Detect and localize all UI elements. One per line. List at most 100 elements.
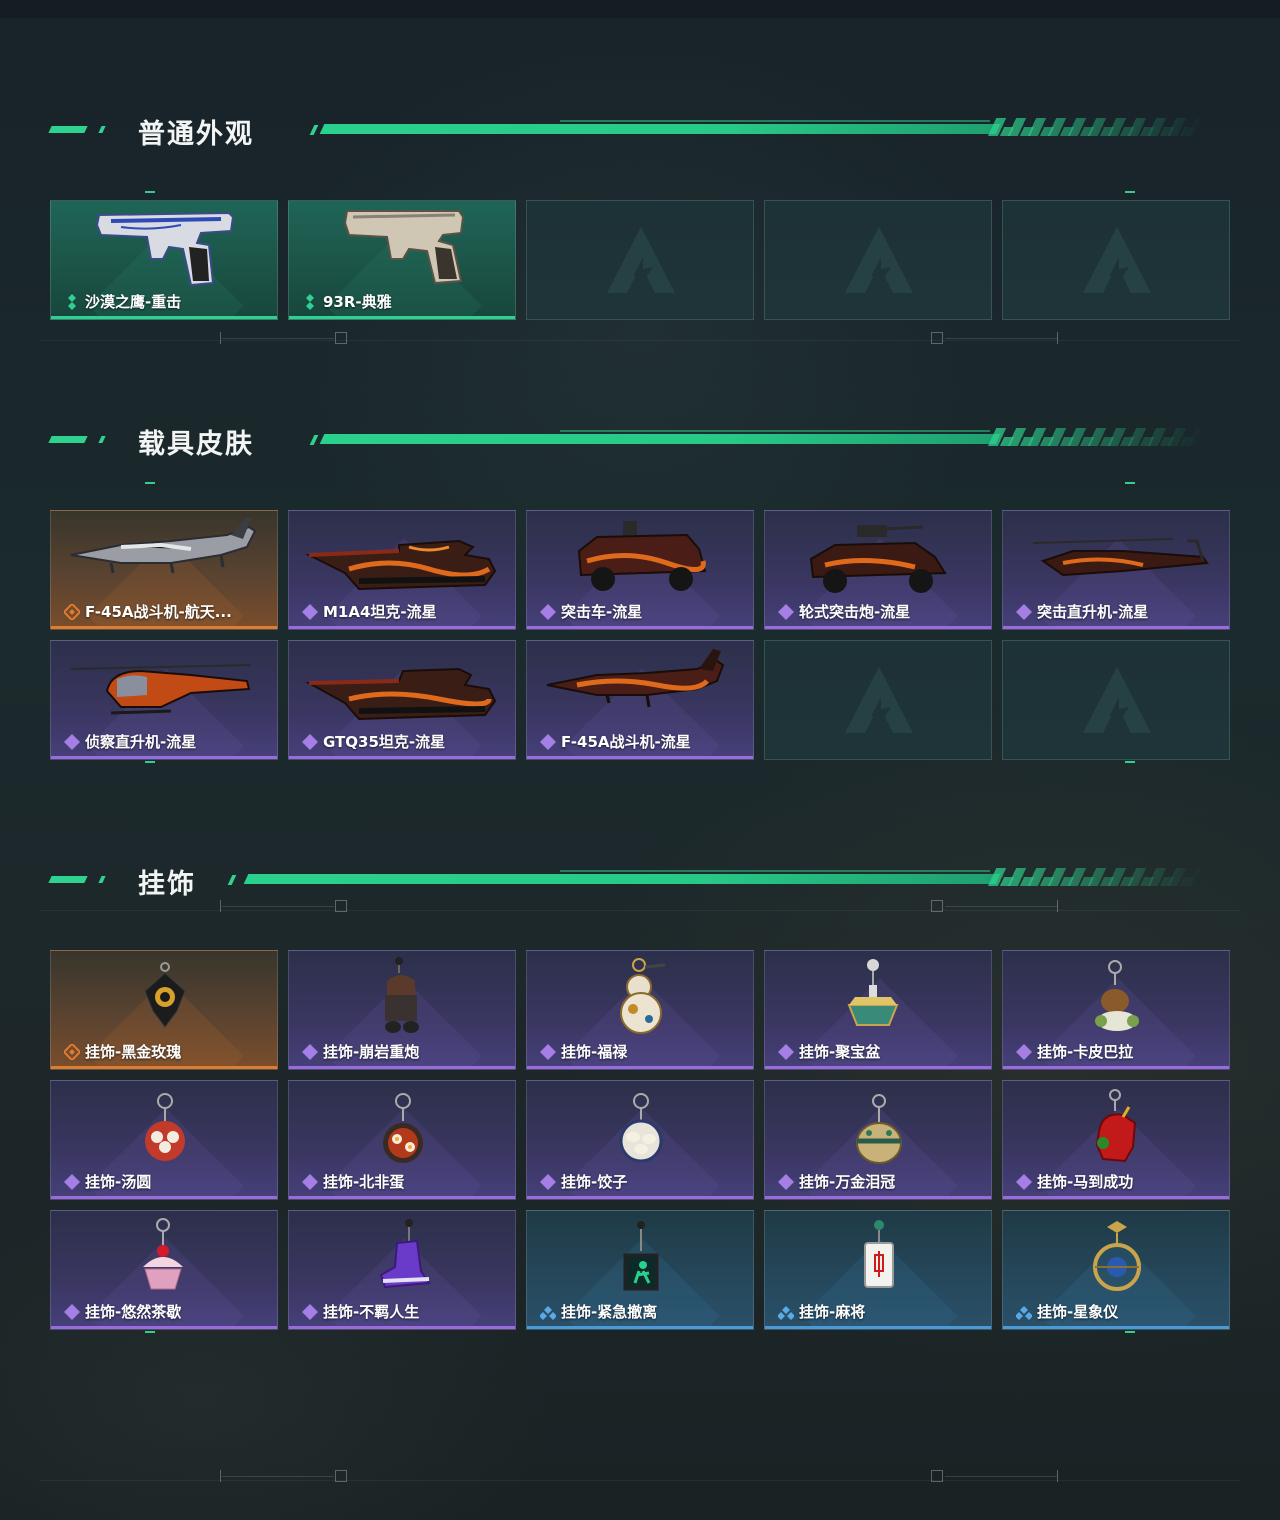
header-rule — [319, 124, 1001, 134]
item-label: 挂饰-汤圆 — [85, 1173, 152, 1191]
item-card[interactable]: 挂饰-崩岩重炮 — [288, 950, 516, 1070]
rarity-purple-icon — [64, 1174, 80, 1190]
item-card[interactable]: M1A4坦克-流星 — [288, 510, 516, 630]
deco-tick — [1057, 332, 1058, 344]
item-card[interactable]: 挂饰-麻将 — [764, 1210, 992, 1330]
deco-tick — [220, 1470, 221, 1482]
item-card[interactable]: 挂饰-悠然茶歇 — [50, 1210, 278, 1330]
sneaker-charm-icon — [379, 1219, 431, 1289]
item-label: 挂饰-星象仪 — [1037, 1303, 1119, 1321]
fighter-jet-icon — [546, 649, 725, 708]
crown-charm-icon — [856, 1094, 902, 1164]
header-slash — [309, 125, 319, 135]
gourd-charm-icon — [620, 958, 666, 1034]
rarity-purple-icon — [778, 1174, 794, 1190]
item-card[interactable]: 挂饰-聚宝盆 — [764, 950, 992, 1070]
rarity-line — [527, 756, 753, 759]
header-slash — [227, 875, 237, 885]
section-header-vehicle-skins: 载具皮肤 — [0, 420, 1280, 460]
rarity-purple-icon — [1016, 1044, 1032, 1060]
assault-vehicle-icon — [577, 521, 707, 591]
section-header-charms: 挂饰 — [0, 860, 1280, 900]
rarity-line — [289, 1196, 515, 1199]
item-card[interactable]: 沙漠之鹰-重击 — [50, 200, 278, 320]
rarity-purple-icon — [540, 1044, 556, 1060]
treasure-bowl-charm-icon — [847, 959, 899, 1026]
rarity-line — [1003, 1066, 1229, 1069]
item-card[interactable]: 突击直升机-流星 — [1002, 510, 1230, 630]
item-card[interactable]: 挂饰-黑金玫瑰 — [50, 950, 278, 1070]
deco-square — [335, 1470, 347, 1482]
header-accent-bar-small — [98, 126, 106, 133]
rarity-line — [765, 1066, 991, 1069]
deco-rule — [222, 338, 334, 339]
rarity-line — [51, 1066, 277, 1069]
deco-square — [335, 900, 347, 912]
item-label: 挂饰-悠然茶歇 — [85, 1303, 182, 1321]
header-checker-pattern — [989, 877, 1205, 886]
header-accent-bar-small — [98, 436, 106, 443]
rarity-purple-icon — [1016, 604, 1032, 620]
section-header-normal-skins: 普通外观 — [0, 110, 1280, 150]
rarity-purple-icon — [302, 1044, 318, 1060]
item-card[interactable]: 挂饰-紧急撤离 — [526, 1210, 754, 1330]
item-card[interactable]: 挂饰-北非蛋 — [288, 1080, 516, 1200]
item-label: 挂饰-麻将 — [799, 1303, 866, 1321]
item-card[interactable]: F-45A战斗机-流星 — [526, 640, 754, 760]
item-label: 沙漠之鹰-重击 — [85, 293, 182, 311]
capybara-charm-icon — [1095, 960, 1139, 1031]
header-rule-thin — [560, 120, 990, 122]
item-card[interactable]: 侦察直升机-流星 — [50, 640, 278, 760]
item-card[interactable]: 挂饰-福禄 — [526, 950, 754, 1070]
scout-helicopter-icon — [70, 664, 252, 715]
item-card[interactable]: 挂饰-不羁人生 — [288, 1210, 516, 1330]
deco-dash — [145, 1331, 155, 1333]
rarity-blue-icon — [1016, 1306, 1032, 1320]
astrolabe-charm-icon — [1093, 1221, 1141, 1291]
shakshuka-charm-icon — [383, 1093, 423, 1163]
rarity-line — [527, 1066, 753, 1069]
fighter-jet-icon — [70, 517, 257, 574]
deco-dash — [1125, 761, 1135, 763]
item-label: 挂饰-崩岩重炮 — [323, 1043, 420, 1061]
top-bar — [0, 0, 1280, 18]
header-accent-bar — [48, 876, 88, 883]
deco-dash — [145, 191, 155, 193]
item-card[interactable]: 挂饰-星象仪 — [1002, 1210, 1230, 1330]
item-label: 挂饰-北非蛋 — [323, 1173, 405, 1191]
header-accent-bar — [48, 436, 88, 443]
item-label: 突击直升机-流星 — [1037, 603, 1149, 621]
item-card[interactable]: GTQ35坦克-流星 — [288, 640, 516, 760]
figure-charm-icon — [385, 957, 419, 1033]
item-card[interactable]: 挂饰-汤圆 — [50, 1080, 278, 1200]
item-card[interactable]: 挂饰-卡皮巴拉 — [1002, 950, 1230, 1070]
item-label: 93R-典雅 — [323, 293, 392, 311]
deco-rule — [222, 906, 334, 907]
deco-dash — [1125, 482, 1135, 484]
rarity-green-icon — [306, 294, 314, 310]
item-card[interactable]: 93R-典雅 — [288, 200, 516, 320]
header-rule-thin — [560, 870, 990, 872]
item-card[interactable]: 挂饰-马到成功 — [1002, 1080, 1230, 1200]
deco-square — [931, 900, 943, 912]
rarity-purple-icon — [540, 1174, 556, 1190]
exit-sign-charm-icon — [623, 1221, 659, 1291]
dumpling-charm-icon — [619, 1093, 663, 1163]
rarity-purple-icon — [302, 1304, 318, 1320]
rarity-blue-icon — [540, 1306, 556, 1320]
item-label: 轮式突击炮-流星 — [799, 603, 911, 621]
item-card[interactable]: 突击车-流星 — [526, 510, 754, 630]
item-card[interactable]: 挂饰-万金泪冠 — [764, 1080, 992, 1200]
item-card[interactable]: F-45A战斗机-航天... — [50, 510, 278, 630]
item-label: 挂饰-饺子 — [561, 1173, 628, 1191]
item-card[interactable]: 挂饰-饺子 — [526, 1080, 754, 1200]
rarity-line — [51, 756, 277, 759]
item-label: 挂饰-聚宝盆 — [799, 1043, 881, 1061]
rarity-line — [51, 626, 277, 629]
item-card[interactable]: 轮式突击炮-流星 — [764, 510, 992, 630]
tank-icon — [305, 667, 497, 721]
rarity-line — [765, 1196, 991, 1199]
page: 普通外观 沙漠之鹰-重击 93R-典雅 载具皮肤 F-45A战斗机-航天... … — [0, 0, 1280, 1520]
rarity-purple-icon — [64, 734, 80, 750]
desert-eagle-pistol-icon — [95, 211, 235, 287]
